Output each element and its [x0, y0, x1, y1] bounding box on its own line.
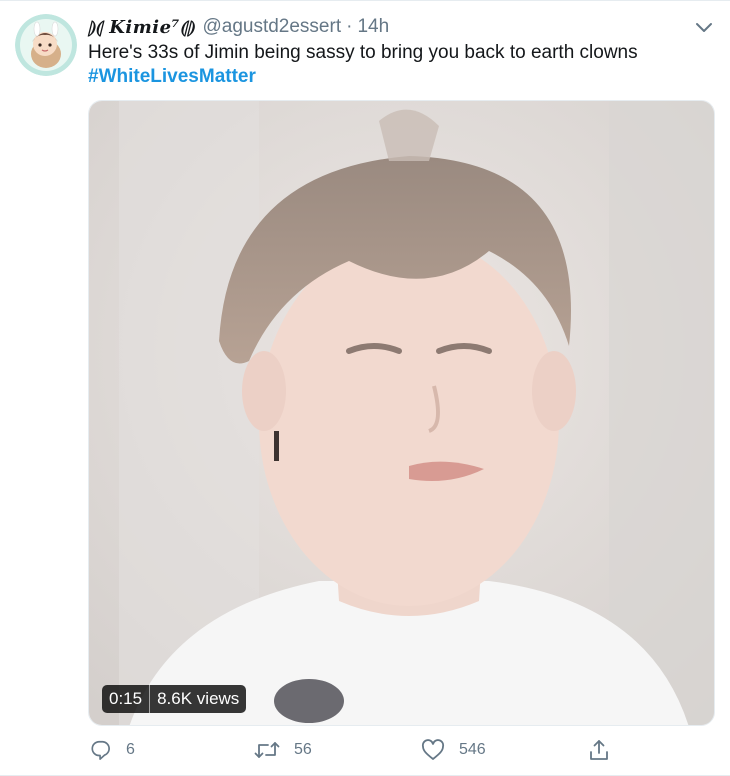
heart-icon — [421, 739, 445, 760]
share-icon — [590, 740, 608, 760]
tweet-card[interactable]: ⦈⦇ 𝑲𝒊𝒎𝒊𝒆⁷⦇⦈ @agustd2essert · 14h Here's … — [0, 0, 730, 776]
share-button[interactable] — [588, 734, 624, 766]
video-duration: 0:15 — [109, 689, 143, 708]
timestamp[interactable]: 14h — [357, 16, 389, 38]
separator-dot: · — [346, 16, 353, 37]
avatar[interactable] — [15, 14, 77, 76]
video-player[interactable]: 0:15 8.6K views — [88, 100, 715, 726]
comment-icon — [91, 740, 110, 760]
like-count: 546 — [459, 741, 486, 758]
video-frame — [89, 101, 714, 725]
retweet-button[interactable]: 56 — [254, 734, 312, 766]
retweet-count: 56 — [294, 741, 312, 758]
tweet-header: ⦈⦇ 𝑲𝒊𝒎𝒊𝒆⁷⦇⦈ @agustd2essert · 14h — [88, 14, 680, 40]
tweet-text-line: Here's 33s of Jimin being sassy to bring… — [88, 42, 638, 63]
like-button[interactable]: 546 — [421, 734, 486, 766]
reply-button[interactable]: 6 — [90, 734, 135, 766]
chevron-down-icon[interactable] — [692, 15, 716, 39]
video-info-badge: 0:15 8.6K views — [102, 685, 247, 713]
display-name[interactable]: ⦈⦇ 𝑲𝒊𝒎𝒊𝒆⁷⦇⦈ — [88, 17, 194, 38]
tweet-text: Here's 33s of Jimin being sassy to bring… — [88, 41, 708, 89]
tweet-actions: 6 56 546 — [88, 734, 628, 766]
video-views: 8.6K views — [157, 689, 240, 708]
reply-count: 6 — [126, 741, 135, 758]
hashtag-link[interactable]: #WhiteLivesMatter — [88, 66, 256, 87]
user-handle[interactable]: @agustd2essert — [202, 16, 341, 38]
retweet-icon — [254, 742, 280, 758]
